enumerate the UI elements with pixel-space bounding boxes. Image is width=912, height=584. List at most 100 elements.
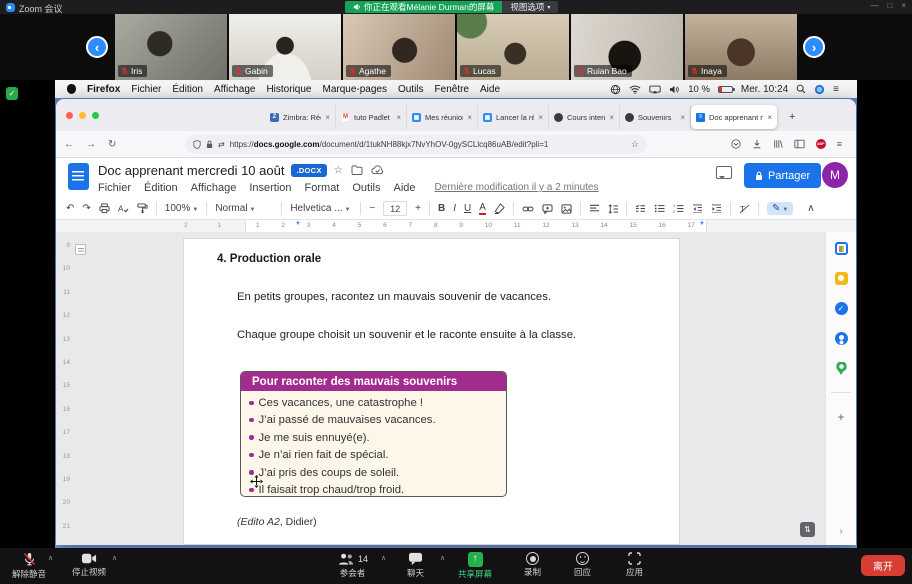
display-mirroring-icon[interactable] bbox=[649, 85, 661, 94]
account-avatar[interactable]: M bbox=[822, 162, 848, 188]
forward-button[interactable]: → bbox=[86, 139, 96, 150]
unmute-button[interactable]: 解除静音 bbox=[12, 552, 46, 580]
leave-button[interactable]: 离开 bbox=[861, 555, 905, 576]
chat-button[interactable]: 聊天 bbox=[407, 552, 424, 579]
undo-icon[interactable]: ↶ bbox=[66, 203, 74, 214]
menubar-menu[interactable]: Affichage bbox=[214, 84, 256, 95]
reactions-button[interactable]: 回应 bbox=[574, 552, 591, 578]
print-icon[interactable] bbox=[99, 203, 110, 214]
line-spacing-icon[interactable] bbox=[608, 204, 618, 214]
participant-tile[interactable]: Iris bbox=[115, 14, 227, 80]
tab-cours-intensifs[interactable]: Cours intensifs Un × bbox=[549, 105, 620, 129]
participant-tile[interactable]: Gabin bbox=[229, 14, 341, 80]
docs-menu-format[interactable]: Format bbox=[305, 182, 340, 194]
spellcheck-icon[interactable]: A bbox=[118, 203, 129, 214]
zoom-traffic-light[interactable] bbox=[92, 112, 99, 119]
font-size-input[interactable]: 12 bbox=[383, 201, 407, 216]
siri-icon[interactable] bbox=[814, 84, 825, 95]
menubar-menu[interactable]: Fenêtre bbox=[435, 84, 469, 95]
tasks-icon[interactable]: ✓ bbox=[835, 302, 848, 315]
view-options-button[interactable]: 视图选项 ▾ bbox=[502, 1, 558, 13]
calendar-icon[interactable] bbox=[835, 242, 848, 255]
globe-icon[interactable] bbox=[610, 84, 621, 95]
firefox-menu-icon[interactable]: ≡ bbox=[837, 139, 842, 149]
highlight-color-icon[interactable] bbox=[494, 203, 505, 214]
checklist-icon[interactable] bbox=[635, 204, 646, 213]
stop-video-button[interactable]: 停止视频 bbox=[72, 552, 106, 578]
sidebar-icon[interactable] bbox=[794, 139, 805, 149]
reload-button[interactable]: ↻ bbox=[108, 139, 116, 150]
italic-button[interactable]: I bbox=[453, 203, 456, 214]
tab-lancer-reunion[interactable]: ▣ Lancer la réunion × bbox=[478, 105, 549, 129]
participant-tile[interactable]: Ruian Bao bbox=[571, 14, 683, 80]
paint-format-icon[interactable] bbox=[137, 203, 148, 214]
tab-close-icon[interactable]: × bbox=[767, 113, 772, 122]
docs-app-icon[interactable] bbox=[68, 163, 89, 190]
document-page[interactable]: 4. Production orale En petits groupes, r… bbox=[183, 238, 680, 545]
insert-link-icon[interactable] bbox=[522, 204, 534, 214]
redo-icon[interactable]: ↷ bbox=[82, 203, 90, 214]
video-options-chevron[interactable]: ∧ bbox=[112, 554, 117, 562]
tab-close-icon[interactable]: × bbox=[680, 113, 685, 122]
increase-font-size-button[interactable]: + bbox=[415, 203, 421, 214]
hide-side-panel-chevron[interactable]: › bbox=[839, 526, 842, 537]
participants-options-chevron[interactable]: ∧ bbox=[381, 554, 386, 562]
minimize-button[interactable]: — bbox=[870, 1, 878, 10]
tab-close-icon[interactable]: × bbox=[609, 113, 614, 122]
font-select[interactable]: Helvetica ...▼ bbox=[290, 203, 352, 214]
docs-menu-aide[interactable]: Aide bbox=[394, 182, 416, 194]
keep-icon[interactable] bbox=[835, 272, 848, 285]
collapse-toolbar-icon[interactable]: ∧ bbox=[807, 203, 814, 214]
pocket-icon[interactable] bbox=[731, 139, 741, 149]
menubar-menu[interactable]: Historique bbox=[266, 84, 311, 95]
docs-menu-outils[interactable]: Outils bbox=[352, 182, 380, 194]
permissions-icon[interactable]: ⇄ bbox=[218, 140, 225, 149]
decrease-indent-icon[interactable] bbox=[692, 204, 703, 213]
increase-indent-icon[interactable] bbox=[711, 204, 722, 213]
menubar-menu[interactable]: Marque-pages bbox=[322, 84, 386, 95]
last-modified-link[interactable]: Dernière modification il y a 2 minutes bbox=[435, 182, 599, 194]
control-center-icon[interactable]: ≡ bbox=[833, 84, 839, 95]
bulleted-list-icon[interactable] bbox=[654, 204, 665, 213]
new-tab-button[interactable]: + bbox=[789, 111, 795, 123]
wifi-icon[interactable] bbox=[629, 85, 641, 94]
contacts-icon[interactable] bbox=[835, 332, 848, 345]
underline-button[interactable]: U bbox=[464, 203, 471, 214]
maximize-button[interactable]: □ bbox=[887, 1, 892, 10]
minimize-traffic-light[interactable] bbox=[79, 112, 86, 119]
menubar-menu[interactable]: Fichier bbox=[131, 84, 161, 95]
share-button[interactable]: Partager bbox=[744, 163, 821, 188]
star-icon[interactable]: ☆ bbox=[334, 165, 343, 176]
menubar-app-menu[interactable]: Firefox bbox=[87, 84, 120, 95]
decrease-font-size-button[interactable]: − bbox=[369, 203, 375, 214]
doc-title[interactable]: Doc apprenant mercredi 10 août bbox=[98, 163, 284, 178]
tab-close-icon[interactable]: × bbox=[396, 113, 401, 122]
move-folder-icon[interactable] bbox=[351, 165, 363, 175]
tab-doc-apprenant[interactable]: ≡ Doc apprenant me × bbox=[691, 105, 777, 129]
clear-formatting-icon[interactable]: T bbox=[739, 204, 750, 214]
editing-mode-button[interactable]: ✎▼ bbox=[767, 202, 793, 215]
close-traffic-light[interactable] bbox=[66, 112, 73, 119]
downloads-icon[interactable] bbox=[752, 139, 762, 149]
participant-tile[interactable]: Inaya bbox=[685, 14, 797, 80]
bold-button[interactable]: B bbox=[438, 203, 445, 214]
tab-close-icon[interactable]: × bbox=[538, 113, 543, 122]
tab-padlet[interactable]: M tuto Padlet + tuto 1 × bbox=[336, 105, 407, 129]
menubar-menu[interactable]: Aide bbox=[480, 84, 500, 95]
tab-souvenirs[interactable]: Souvenirs × bbox=[620, 105, 691, 129]
indent-marker[interactable]: ▼ bbox=[295, 221, 301, 227]
share-screen-button[interactable]: 共享屏幕 bbox=[458, 552, 492, 580]
tab-zimbra[interactable]: Z Zimbra: Réception × bbox=[265, 105, 336, 129]
next-participants-button[interactable]: › bbox=[803, 36, 825, 58]
insert-image-icon[interactable] bbox=[561, 204, 572, 214]
open-comments-icon[interactable] bbox=[716, 166, 732, 179]
participant-tile[interactable]: Agathe bbox=[343, 14, 455, 80]
bookmark-star-icon[interactable]: ☆ bbox=[631, 139, 639, 150]
tab-close-icon[interactable]: × bbox=[325, 113, 330, 122]
docs-menu-fichier[interactable]: Fichier bbox=[98, 182, 131, 194]
record-button[interactable]: 录制 bbox=[524, 552, 541, 578]
lock-icon[interactable] bbox=[206, 140, 213, 149]
get-addons-button[interactable]: + bbox=[837, 410, 844, 424]
maps-icon[interactable] bbox=[835, 362, 848, 375]
menubar-menu[interactable]: Outils bbox=[398, 84, 424, 95]
